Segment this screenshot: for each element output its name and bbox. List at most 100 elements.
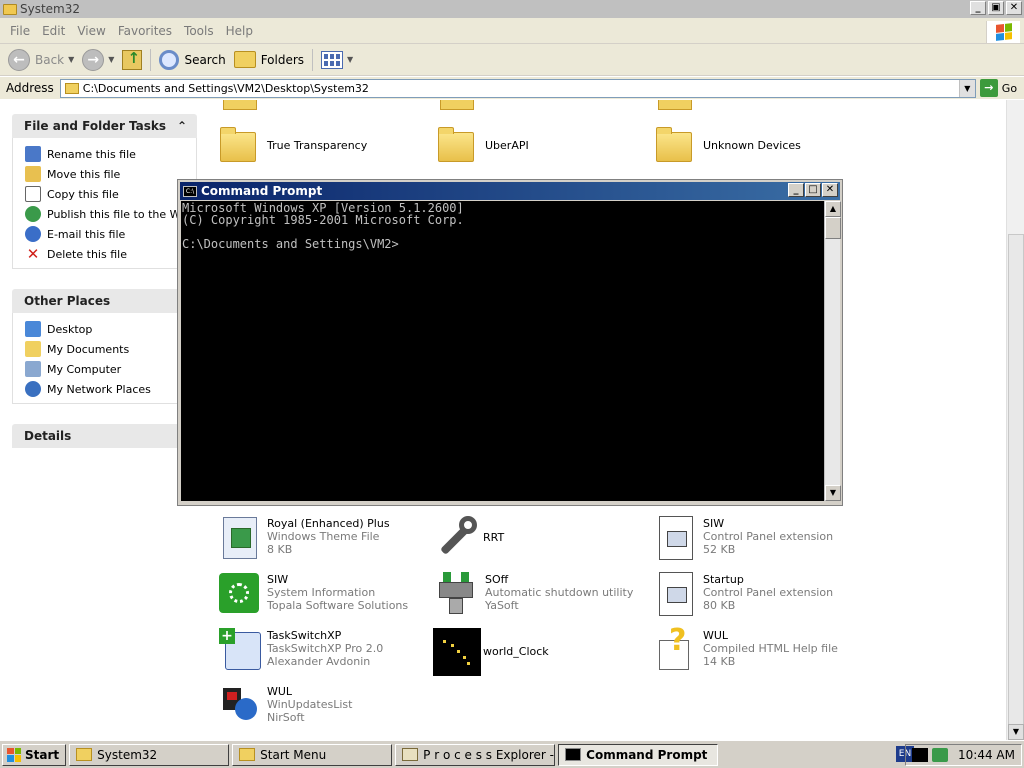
cmd-scroll-down-icon[interactable]: ▼ bbox=[825, 485, 841, 501]
task-email[interactable]: E-mail this file bbox=[25, 224, 196, 244]
file-name: RRT bbox=[483, 531, 505, 544]
forward-arrow-icon: → bbox=[82, 48, 105, 71]
cmd-close-button[interactable]: ✕ bbox=[822, 183, 838, 197]
network-tray-icon[interactable] bbox=[932, 748, 949, 762]
place-label: My Network Places bbox=[47, 382, 151, 396]
menu-favorites[interactable]: Favorites bbox=[112, 24, 178, 38]
file-item[interactable]: Unknown Devices bbox=[653, 124, 801, 172]
place-my-network[interactable]: My Network Places bbox=[25, 379, 196, 399]
window-controls: _ ▣ ✕ bbox=[970, 1, 1022, 15]
task-label: Rename this file bbox=[47, 147, 136, 161]
file-name: world_Clock bbox=[483, 645, 549, 658]
file-item[interactable]: True Transparency bbox=[217, 124, 367, 172]
window-titlebar[interactable]: System32 _ ▣ ✕ bbox=[0, 0, 1024, 18]
publish-icon bbox=[25, 206, 41, 222]
console-output[interactable]: Microsoft Windows XP [Version 5.1.2600](… bbox=[181, 201, 824, 501]
file-item[interactable]: RRT bbox=[433, 514, 504, 562]
go-button[interactable]: → Go bbox=[979, 79, 1017, 97]
process-explorer-icon bbox=[402, 748, 419, 761]
forward-button[interactable]: → ▼ bbox=[78, 47, 118, 73]
details-header[interactable]: Details bbox=[12, 424, 197, 448]
views-icon bbox=[321, 50, 344, 69]
search-button[interactable]: Search bbox=[155, 47, 229, 73]
folders-button[interactable]: Folders bbox=[230, 47, 308, 73]
file-item[interactable]: world_Clock bbox=[433, 628, 549, 676]
task-rename[interactable]: Rename this file bbox=[25, 144, 196, 164]
menu-edit[interactable]: Edit bbox=[36, 24, 71, 38]
cmd-tray-icon[interactable] bbox=[912, 748, 929, 762]
task-publish[interactable]: Publish this file to the Web bbox=[25, 204, 196, 224]
cmd-maximize-button[interactable]: □ bbox=[805, 183, 821, 197]
address-field[interactable]: C:\Documents and Settings\VM2\Desktop\Sy… bbox=[59, 78, 976, 98]
file-item[interactable]: WUL WinUpdatesList NirSoft bbox=[217, 682, 352, 730]
clock[interactable]: 10:44 AM bbox=[958, 748, 1015, 762]
scroll-down-icon[interactable]: ▼ bbox=[1008, 724, 1024, 740]
file-company: Topala Software Solutions bbox=[267, 599, 409, 612]
file-item[interactable]: SOff Automatic shutdown utility YaSoft bbox=[435, 570, 633, 618]
task-delete[interactable]: ✕ Delete this file bbox=[25, 244, 196, 264]
file-item[interactable]: SIW System Information Topala Software S… bbox=[217, 570, 408, 618]
file-item[interactable]: Royal (Enhanced) Plus Windows Theme File… bbox=[217, 514, 390, 562]
taskbar-item-system32[interactable]: System32 bbox=[69, 743, 230, 766]
task-move[interactable]: Move this file bbox=[25, 164, 196, 184]
file-description: Automatic shutdown utility bbox=[485, 586, 634, 599]
taskbar-item-command-prompt[interactable]: Command Prompt bbox=[558, 743, 719, 766]
menu-view[interactable]: View bbox=[71, 24, 111, 38]
other-places-body: Desktop My Documents My Computer My Netw… bbox=[12, 313, 197, 404]
menu-tools[interactable]: Tools bbox=[178, 24, 220, 38]
address-bar: Address C:\Documents and Settings\VM2\De… bbox=[0, 77, 1024, 99]
file-item[interactable]: SIW Control Panel extension 52 KB bbox=[653, 514, 833, 562]
task-copy[interactable]: Copy this file bbox=[25, 184, 196, 204]
menu-help[interactable]: Help bbox=[220, 24, 259, 38]
folder-icon bbox=[440, 100, 474, 110]
task-label: E-mail this file bbox=[47, 227, 126, 241]
file-name: WUL bbox=[703, 629, 729, 642]
vertical-scrollbar[interactable]: ▼ bbox=[1006, 100, 1024, 740]
place-my-computer[interactable]: My Computer bbox=[25, 359, 196, 379]
cmd-scrollbar[interactable]: ▲ ▼ bbox=[824, 201, 841, 501]
file-item[interactable]: ? WUL Compiled HTML Help file 14 KB bbox=[653, 626, 838, 674]
file-description: TaskSwitchXP Pro 2.0 bbox=[267, 642, 384, 655]
cmd-icon: C:\ bbox=[183, 185, 197, 197]
collapse-chevron-icon[interactable]: ⌃ bbox=[177, 119, 187, 133]
folder-icon bbox=[223, 100, 257, 110]
views-button[interactable]: ▼ bbox=[317, 47, 357, 73]
cmd-minimize-button[interactable]: _ bbox=[788, 183, 804, 197]
other-places-header[interactable]: Other Places bbox=[12, 289, 197, 313]
taskbar-item-process-explorer[interactable]: P r o c e s s Explorer - W... bbox=[395, 743, 556, 766]
address-dropdown-icon[interactable]: ▼ bbox=[958, 79, 975, 97]
file-folder-tasks-body: Rename this file Move this file Copy thi… bbox=[12, 138, 197, 269]
minimize-button[interactable]: _ bbox=[970, 1, 986, 15]
cmd-scroll-thumb[interactable] bbox=[825, 217, 841, 239]
taskbar-item-start-menu[interactable]: Start Menu bbox=[232, 743, 393, 766]
address-label: Address bbox=[6, 81, 54, 95]
scrollbar-thumb[interactable] bbox=[1008, 234, 1024, 734]
file-size: 80 KB bbox=[703, 599, 736, 612]
forward-dropdown-icon[interactable]: ▼ bbox=[108, 55, 114, 64]
place-desktop[interactable]: Desktop bbox=[25, 319, 196, 339]
address-value[interactable]: C:\Documents and Settings\VM2\Desktop\Sy… bbox=[83, 82, 369, 95]
network-icon bbox=[25, 381, 41, 397]
file-folder-tasks-header[interactable]: File and Folder Tasks ⌃ bbox=[12, 114, 197, 138]
folder-icon bbox=[217, 124, 265, 172]
back-button[interactable]: ← Back ▼ bbox=[4, 47, 78, 73]
file-type: Windows Theme File bbox=[267, 530, 380, 543]
cmd-scroll-up-icon[interactable]: ▲ bbox=[825, 201, 841, 217]
start-button[interactable]: Start bbox=[2, 743, 67, 766]
place-my-documents[interactable]: My Documents bbox=[25, 339, 196, 359]
task-label: Publish this file to the Web bbox=[47, 207, 194, 221]
up-button[interactable] bbox=[118, 47, 146, 73]
cmd-window-controls: _ □ ✕ bbox=[787, 183, 838, 197]
command-prompt-titlebar[interactable]: C:\ Command Prompt _ □ ✕ bbox=[180, 182, 840, 200]
task-label: Start Menu bbox=[260, 747, 327, 762]
file-item[interactable]: Startup Control Panel extension 80 KB bbox=[653, 570, 833, 618]
file-item[interactable]: UberAPI bbox=[435, 124, 529, 172]
task-label: Move this file bbox=[47, 167, 121, 181]
close-button[interactable]: ✕ bbox=[1006, 1, 1022, 15]
maximize-button[interactable]: ▣ bbox=[988, 1, 1004, 15]
command-prompt-window[interactable]: C:\ Command Prompt _ □ ✕ Microsoft Windo… bbox=[177, 179, 843, 506]
views-dropdown-icon[interactable]: ▼ bbox=[347, 55, 353, 64]
menu-file[interactable]: File bbox=[4, 24, 36, 38]
file-item[interactable]: + TaskSwitchXP TaskSwitchXP Pro 2.0 Alex… bbox=[217, 626, 383, 674]
back-dropdown-icon[interactable]: ▼ bbox=[68, 55, 74, 64]
